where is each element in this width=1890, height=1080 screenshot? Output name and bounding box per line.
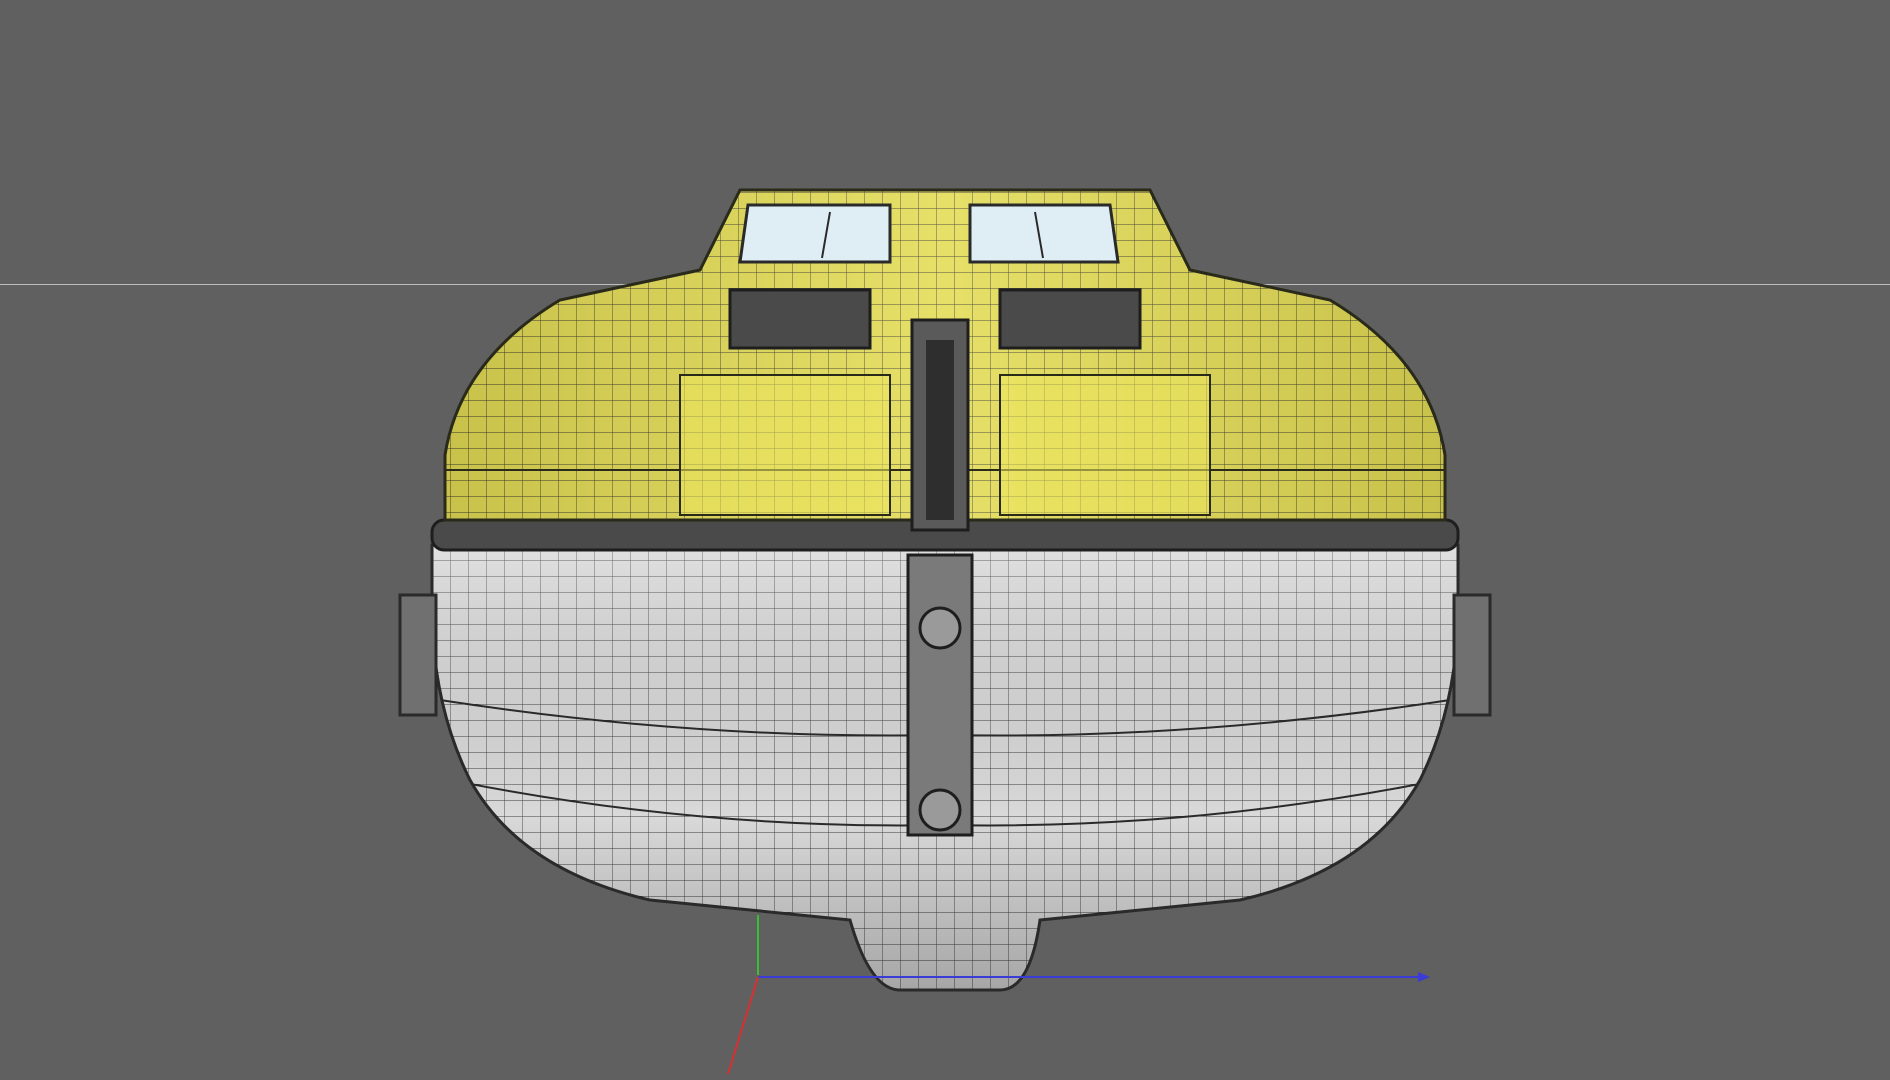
lifeboat-model[interactable] [0,0,1890,1080]
side-fender-right [1452,593,1492,717]
cabin-window-left [738,203,892,264]
hatch-left [728,288,872,350]
propeller-hub-upper [918,606,962,650]
center-mast [906,318,974,837]
3d-viewport[interactable] [0,0,1890,1080]
z-axis [727,976,759,1075]
hatch-right [998,288,1142,350]
side-fender-left [398,593,438,717]
cabin-window-right [968,203,1120,264]
axis-gizmo [727,915,1430,1075]
propeller-hub-lower [918,788,962,832]
